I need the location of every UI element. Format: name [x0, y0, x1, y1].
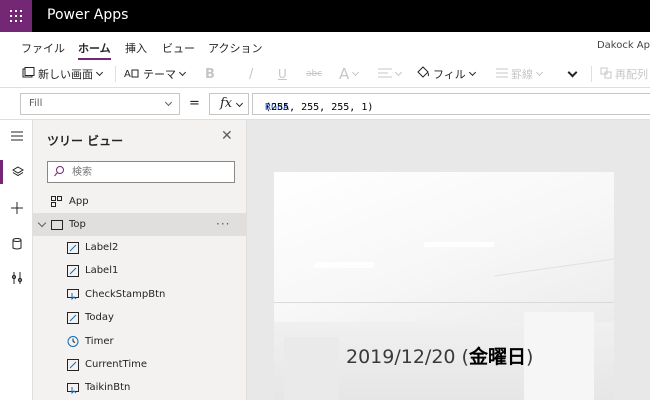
tree-view-button[interactable]: [0, 160, 33, 184]
date-text: 2019/12/20: [346, 346, 456, 368]
align-button[interactable]: [378, 66, 403, 82]
tree-item-taikinbtn[interactable]: TaikinBtn: [33, 376, 246, 399]
canvas-area: 2019/12/20 (金曜日): [247, 120, 650, 400]
reorder-label: 再配列: [615, 68, 648, 81]
tree-item-label: TaikinBtn: [85, 382, 131, 394]
fx-button[interactable]: fx: [209, 93, 249, 115]
new-screen-icon: [22, 66, 35, 82]
tree-item-label: Top: [69, 219, 86, 230]
menu-insert[interactable]: 挿入: [125, 40, 147, 56]
tree-view-panel: ツリー ビュー ✕ App Top ··· Label2 Label1 CheckS…: [33, 120, 247, 400]
border-label: 罫線: [511, 68, 533, 81]
theme-button[interactable]: A テーマ: [124, 66, 187, 82]
bold-button[interactable]: B: [205, 66, 215, 82]
hamburger-menu-button[interactable]: [0, 124, 33, 148]
tree-item-timer[interactable]: Timer: [33, 330, 246, 353]
layers-icon: [12, 166, 24, 177]
search-icon: [54, 166, 64, 177]
tree-item-label: Today: [85, 312, 114, 324]
app-launcher-button[interactable]: [0, 0, 32, 32]
close-icon[interactable]: ✕: [221, 128, 233, 144]
formula-bar: Fill = fx RGBA (255, 255, 255, 1): [0, 88, 650, 120]
tree-search-input[interactable]: [72, 164, 227, 180]
tree-item-label2[interactable]: Label2: [33, 236, 246, 259]
formula-args: (255, 255, 255, 1): [265, 102, 374, 113]
menu-home[interactable]: ホーム: [78, 40, 111, 60]
theme-icon: A: [124, 67, 140, 82]
tree-item-label1[interactable]: Label1: [33, 259, 246, 282]
font-size-label: A: [339, 65, 350, 83]
chevron-down-icon: [164, 98, 173, 107]
product-title: Power Apps: [47, 7, 129, 23]
reorder-button[interactable]: 再配列: [600, 66, 648, 82]
paint-bucket-icon: [416, 66, 430, 82]
font-size-button[interactable]: A: [339, 65, 360, 83]
screen-preview[interactable]: 2019/12/20 (金曜日): [274, 172, 614, 400]
database-icon: [12, 238, 21, 250]
screen-icon: [51, 219, 63, 231]
tree-item-label: Timer: [85, 335, 114, 347]
plus-icon: [10, 202, 23, 214]
tree-item-app[interactable]: App: [33, 190, 246, 213]
chevron-down-icon: [235, 99, 244, 108]
tree-search-box: [47, 161, 235, 183]
fill-button[interactable]: フィル: [416, 66, 476, 82]
date-label: 2019/12/20 (金曜日): [346, 346, 534, 368]
align-icon: [378, 68, 392, 81]
strikethrough-button[interactable]: abc: [306, 66, 322, 82]
insert-button[interactable]: [0, 196, 33, 220]
weekday-text: 金曜日: [468, 346, 526, 368]
property-dropdown[interactable]: Fill: [20, 93, 180, 115]
border-icon: [496, 68, 508, 81]
underline-button[interactable]: U: [278, 66, 287, 82]
app-icon: [51, 195, 63, 208]
data-sources-button[interactable]: [0, 232, 33, 256]
button-icon: [67, 288, 79, 301]
app-name-label: Dakock Ap: [596, 40, 650, 51]
menu-file[interactable]: ファイル: [21, 40, 65, 56]
tree-item-label: App: [69, 196, 89, 207]
chevron-down-icon: [567, 67, 578, 77]
formula-input[interactable]: RGBA (255, 255, 255, 1): [252, 93, 650, 115]
more-commands-button[interactable]: [567, 66, 578, 82]
tree-item-currenttime[interactable]: CurrentTime: [33, 353, 246, 376]
tree-item-label: CurrentTime: [85, 359, 148, 370]
tree-item-today[interactable]: Today: [33, 306, 246, 329]
tree-item-screen-top[interactable]: Top ···: [33, 213, 246, 236]
timer-icon: [67, 335, 79, 348]
button-icon: [67, 382, 79, 395]
label-icon: [67, 241, 79, 254]
fx-icon: fx: [220, 96, 233, 111]
new-screen-label: 新しい画面: [38, 68, 93, 81]
property-value: Fill: [29, 98, 43, 109]
tree-item-label: Label1: [85, 265, 119, 277]
tree-view-title: ツリー ビュー: [47, 134, 124, 148]
fill-label: フィル: [433, 68, 466, 81]
reorder-icon: [600, 67, 612, 82]
tools-icon: [11, 272, 22, 284]
title-bar: Power Apps: [0, 0, 650, 32]
new-screen-button[interactable]: 新しい画面: [22, 66, 104, 82]
label-icon: [67, 264, 79, 277]
tree-item-checkstampbtn[interactable]: CheckStampBtn: [33, 283, 246, 306]
tree-item-label: CheckStampBtn: [85, 288, 166, 300]
label-icon: [67, 358, 79, 371]
border-button[interactable]: 罫線: [496, 66, 544, 82]
advanced-tools-button[interactable]: [0, 266, 33, 290]
theme-label: テーマ: [143, 68, 176, 81]
menu-action[interactable]: アクション: [208, 40, 262, 56]
menu-view[interactable]: ビュー: [162, 40, 195, 56]
left-rail: [0, 120, 33, 400]
svg-text:A: A: [124, 69, 131, 79]
chevron-down-icon[interactable]: [37, 218, 47, 228]
menu-bar: ファイル ホーム 挿入 ビュー アクション Dakock Ap: [0, 32, 650, 60]
italic-button[interactable]: /: [249, 66, 253, 82]
hamburger-icon: [10, 131, 23, 141]
equals-sign: =: [189, 96, 200, 111]
more-options-icon[interactable]: ···: [216, 217, 230, 231]
ribbon-toolbar: 新しい画面 A テーマ B / U abc A フィル 罫線 再配列: [0, 60, 650, 88]
waffle-icon: [10, 10, 22, 22]
label-icon: [67, 311, 79, 324]
tree-item-label: Label2: [85, 242, 119, 253]
